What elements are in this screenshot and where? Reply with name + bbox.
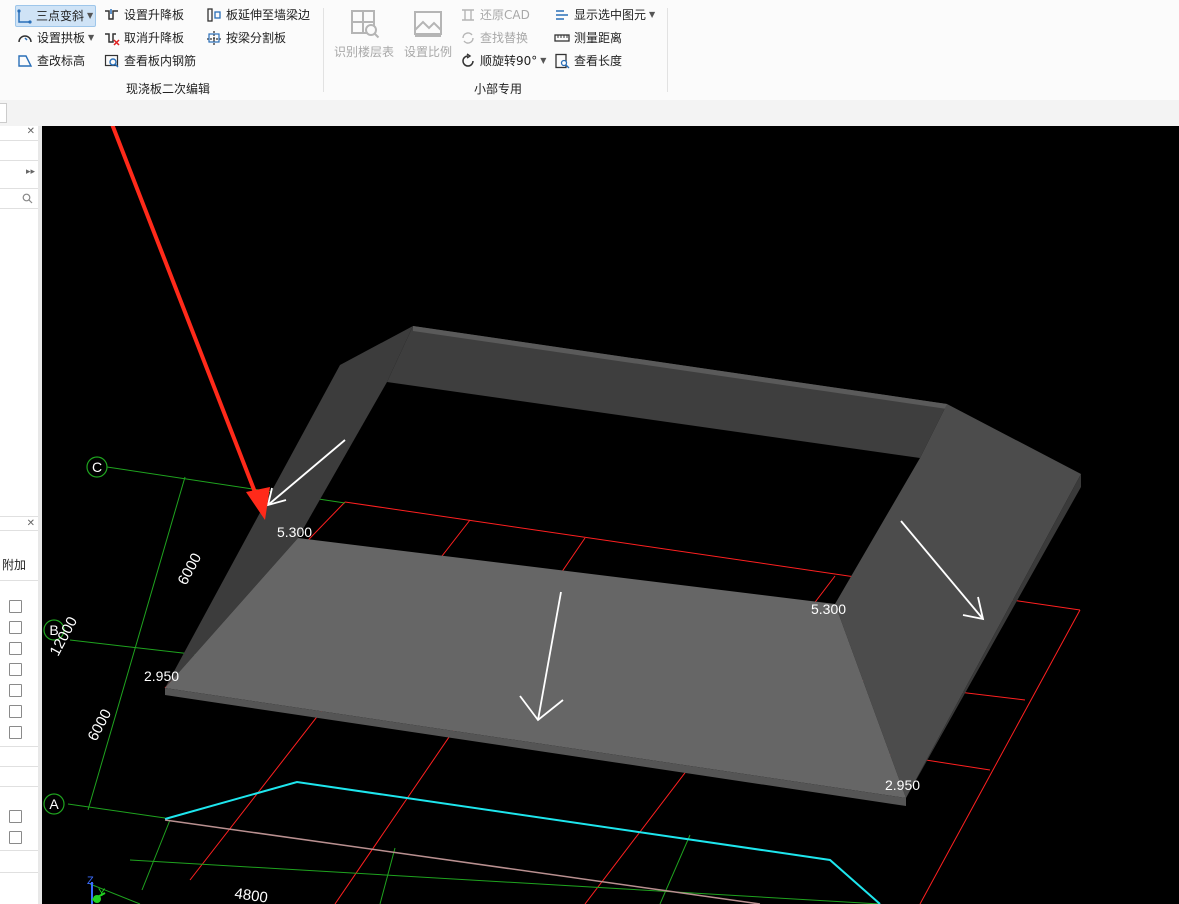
search-icon[interactable] <box>22 193 33 204</box>
divider <box>0 786 38 787</box>
find-replace-icon <box>462 32 474 44</box>
restore-cad-icon <box>462 9 474 21</box>
divider <box>0 140 38 141</box>
dropdown-caret-icon[interactable]: ▼ <box>649 5 655 25</box>
measure-distance-button[interactable]: 测量距离 <box>554 28 622 48</box>
view-length-button[interactable]: 查看长度 <box>554 51 622 71</box>
elevation-label-top-right: 5.300 <box>811 601 846 617</box>
set-arch-slab-button[interactable]: 设置拱板 ▼ <box>17 28 94 48</box>
elevation-label-bottom-right: 2.950 <box>885 777 920 793</box>
elevation-label-top-left: 5.300 <box>277 524 312 540</box>
checkbox[interactable] <box>9 726 22 739</box>
axis-y-label: Y <box>98 887 106 899</box>
divider <box>0 160 38 161</box>
checkbox[interactable] <box>9 684 22 697</box>
axis-label-c: C <box>92 459 102 475</box>
set-scale-icon <box>414 11 442 37</box>
split-by-beam-button[interactable]: 按梁分割板 <box>206 28 286 48</box>
divider <box>0 516 38 517</box>
ruler-icon <box>554 34 570 42</box>
tab-strip <box>0 100 1179 127</box>
extend-slab-icon <box>207 8 221 22</box>
divider <box>0 872 38 873</box>
3d-viewport[interactable]: C B A 6000 12000 6000 4800 5.300 2.950 5… <box>42 126 1179 904</box>
view-rebar-button[interactable]: 查看板内钢筋 <box>104 51 196 71</box>
checkbox[interactable] <box>9 810 22 823</box>
ribbon-toolbar: 三点变斜 ▼ 设置拱板 ▼ 查改标高 设置升降板 取消升降板 查看板内钢筋 板延伸至… <box>0 0 1179 101</box>
arch-icon <box>18 35 32 43</box>
dropdown-caret-icon[interactable]: ▼ <box>88 28 94 48</box>
checkbox[interactable] <box>9 663 22 676</box>
divider <box>0 580 38 581</box>
column-header-extra: 附加 <box>2 558 27 572</box>
check-elevation-button[interactable]: 查改标高 <box>17 51 85 71</box>
left-panel: ✕ ▸▸ ✕ 附加 <box>0 126 39 904</box>
find-replace-button[interactable]: 查找替换 <box>460 28 528 48</box>
identify-floor-table-button[interactable]: 识别楼层表 <box>332 6 396 60</box>
cancel-raise-lower-icon <box>105 33 120 46</box>
raise-lower-slab-icon <box>105 9 118 20</box>
elevation-icon <box>18 55 33 67</box>
collapsed-tab[interactable] <box>0 103 7 123</box>
elevation-label-bottom-left: 2.950 <box>144 668 179 684</box>
axis-z-label: Z <box>87 875 94 887</box>
divider <box>0 188 38 189</box>
set-raise-lower-button[interactable]: 设置升降板 <box>104 5 184 25</box>
extend-to-wall-beam-button[interactable]: 板延伸至墙梁边 <box>206 5 310 25</box>
divider <box>0 766 38 767</box>
view-rebar-icon <box>104 54 119 68</box>
divider <box>0 850 38 851</box>
checkbox[interactable] <box>9 621 22 634</box>
checkbox[interactable] <box>9 642 22 655</box>
show-selected-button[interactable]: 显示选中图元 ▼ <box>554 5 655 25</box>
divider <box>0 746 38 747</box>
divider <box>0 208 38 209</box>
close-icon[interactable]: ✕ <box>27 126 35 137</box>
cancel-raise-lower-button[interactable]: 取消升降板 <box>104 28 184 48</box>
dropdown-caret-icon[interactable]: ▼ <box>540 51 546 71</box>
identify-table-icon <box>351 10 380 39</box>
viewport-canvas: C B A 6000 12000 6000 4800 5.300 2.950 5… <box>42 126 1179 904</box>
axis-label-a: A <box>49 796 59 812</box>
group-label-special: 小部专用 <box>474 82 523 96</box>
set-scale-button[interactable]: 设置比例 <box>396 6 460 60</box>
three-point-slope-button[interactable]: 三点变斜 ▼ <box>15 5 97 27</box>
divider <box>0 530 38 531</box>
checkbox[interactable] <box>9 705 22 718</box>
three-point-slope-icon <box>17 9 32 24</box>
show-selected-icon <box>556 10 568 20</box>
expand-arrow-icon[interactable]: ▸▸ <box>26 167 35 177</box>
group-separator <box>323 8 324 92</box>
split-slab-icon <box>207 31 221 45</box>
close-icon[interactable]: ✕ <box>27 518 35 529</box>
dropdown-caret-icon[interactable]: ▼ <box>87 6 93 26</box>
view-length-icon <box>555 53 570 69</box>
group-label-slab-edit: 现浇板二次编辑 <box>126 82 211 96</box>
checkbox[interactable] <box>9 831 22 844</box>
rotate-90-button[interactable]: 顺旋转90° ▼ <box>460 51 546 71</box>
rotate-clockwise-icon <box>462 53 474 67</box>
checkbox[interactable] <box>9 600 22 613</box>
restore-cad-button[interactable]: 还原CAD <box>460 5 530 25</box>
group-separator <box>667 8 668 92</box>
